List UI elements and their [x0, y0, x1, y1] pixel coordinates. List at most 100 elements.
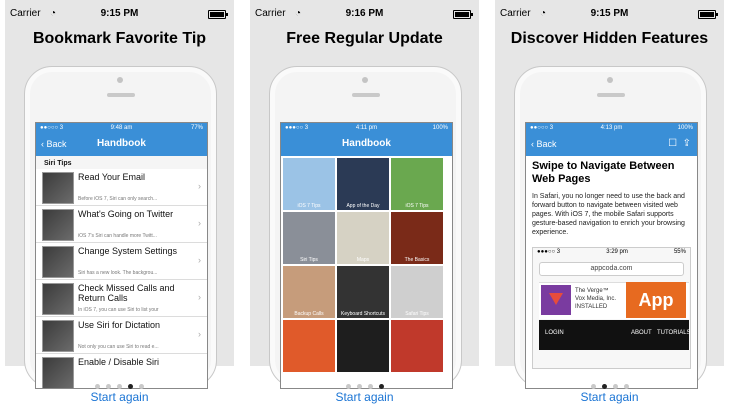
panel-title: Discover Hidden Features [510, 30, 709, 47]
back-button: ‹ Back [531, 139, 557, 149]
panel-title: Free Regular Update [286, 30, 443, 47]
toolbar-icons: ☐ ⇪ [668, 138, 691, 149]
page-dot[interactable] [623, 384, 629, 389]
list-item-subtitle: Not only you can use Siri to read e... [78, 344, 159, 350]
category-tile: Siri Tips [283, 212, 335, 264]
login-link: LOGIN [545, 330, 564, 336]
start-again-button[interactable]: Start again [495, 390, 724, 404]
category-tile [283, 320, 335, 372]
about-link: ABOUT [631, 330, 652, 336]
phone-screen: ●●○○○ 3 4:13 pm 100% ‹ Back ☐ ⇪ Swipe to… [525, 122, 698, 389]
start-again-button[interactable]: Start again [5, 390, 234, 404]
category-tile: iOS 7 Tips [391, 158, 443, 210]
onboarding-panel-bookmark: Carrier ◔ 9:15 PM Bookmark Favorite Tip … [5, 0, 234, 417]
panel-title: Bookmark Favorite Tip [32, 30, 207, 47]
mini-time: 3:29 pm [606, 249, 628, 255]
safari-screenshot: ●●●○○ 3 3:29 pm 55% appcoda.com The Verg… [532, 247, 691, 369]
battery-icon [698, 10, 718, 19]
screen-time: 4:11 pm [355, 125, 378, 131]
mini-carrier: ●●●○○ 3 [537, 249, 561, 255]
chevron-right-icon: › [198, 255, 201, 265]
speaker-icon [597, 93, 625, 97]
list-item-title: Check Missed Calls and Return Calls [78, 283, 175, 303]
screen-nav-title: Handbook [97, 138, 146, 149]
site-menu-bar: LOGIN ABOUT TUTORIALS [539, 320, 690, 350]
clock: 9:15 PM [100, 8, 139, 19]
mini-battery: 55% [673, 249, 686, 255]
list-item-subtitle: Siri has a new look. The backgrou... [78, 270, 158, 276]
page-dot-active[interactable] [128, 384, 133, 389]
back-label: Back [536, 139, 557, 149]
screen-navbar: ‹ Back Handbook [36, 134, 207, 156]
page-dot-active[interactable] [601, 384, 607, 389]
list-item: Use Siri for Dictation Not only you can … [36, 317, 207, 354]
page-dot[interactable] [95, 384, 100, 389]
chevron-right-icon: › [198, 181, 201, 191]
page-dot[interactable] [612, 384, 618, 389]
camera-icon [607, 77, 613, 83]
thumbnail [42, 283, 74, 315]
page-dot[interactable] [106, 384, 111, 389]
onboarding-panel-update: Carrier ◔ 9:16 PM Free Regular Update ●●… [250, 0, 479, 417]
app-card-publisher: Vox Media, Inc. [575, 296, 617, 302]
url-bar: appcoda.com [539, 262, 684, 276]
camera-icon [362, 77, 368, 83]
thumbnail [42, 246, 74, 278]
article-title: Swipe to Navigate Between Web Pages [532, 160, 675, 185]
screen-battery: 77% [190, 125, 203, 131]
phone-screen: ●●○○○ 3 9:48 am 77% ‹ Back Handbook Siri… [35, 122, 208, 389]
page-dot[interactable] [356, 384, 362, 389]
page-dot[interactable] [367, 384, 373, 389]
battery-icon [208, 10, 228, 19]
category-tile-label: Siri Tips [300, 257, 318, 263]
list-item-title: Read Your Email [78, 172, 146, 182]
page-dot[interactable] [117, 384, 122, 389]
page-dot[interactable] [139, 384, 144, 389]
start-again-button[interactable]: Start again [250, 390, 479, 404]
category-tile: App of the Day [337, 158, 389, 210]
category-tile-label: Safari Tips [405, 311, 429, 317]
screen-battery: 100% [432, 125, 448, 131]
clock: 9:15 PM [590, 8, 629, 19]
category-tile: iOS 7 Tips [283, 158, 335, 210]
status-bar: Carrier ◔ 9:15 PM [495, 8, 724, 22]
thumbnail [42, 209, 74, 241]
screen-status-bar: ●●○○○ 3 4:13 pm 100% [526, 123, 697, 134]
app-card-status: INSTALLED [575, 304, 608, 310]
chevron-right-icon: › [198, 292, 201, 302]
battery-icon [453, 10, 473, 19]
category-tile: Keyboard Shortcuts [337, 266, 389, 318]
list-item-title: Change System Settings [78, 246, 178, 256]
page-dot[interactable] [590, 384, 596, 389]
clock: 9:16 PM [345, 8, 384, 19]
article-body: In Safari, you no longer need to use the… [532, 193, 685, 236]
phone-screen: ●●●○○ 3 4:11 pm 100% Handbook iOS 7 Tips… [280, 122, 453, 389]
app-card-name: The Verge™ [575, 288, 609, 294]
phone-mockup: ●●○○○ 3 9:48 am 77% ‹ Back Handbook Siri… [24, 66, 217, 389]
verge-logo-icon [541, 285, 571, 315]
category-tile: Maps [337, 212, 389, 264]
phone-mockup: ●●○○○ 3 4:13 pm 100% ‹ Back ☐ ⇪ Swipe to… [514, 66, 707, 389]
screen-battery: 100% [677, 125, 693, 131]
screen-time: 4:13 pm [600, 125, 623, 131]
tile-grid: iOS 7 Tips App of the Day iOS 7 Tips Siri T… [281, 156, 452, 374]
mini-status-bar: ●●●○○ 3 3:29 pm 55% [533, 248, 690, 260]
list-item-subtitle: Before iOS 7, Siri can only search... [78, 196, 158, 202]
thumbnail [42, 172, 74, 204]
list-item: Change System Settings Siri has a new lo… [36, 243, 207, 280]
page-dot-active[interactable] [378, 384, 384, 389]
section-header: Siri Tips [36, 156, 207, 169]
article: Swipe to Navigate Between Web Pages In S… [526, 156, 697, 241]
status-bar: Carrier ◔ 9:15 PM [5, 8, 234, 22]
list-item: Check Missed Calls and Return Calls In i… [36, 280, 207, 317]
category-tile-label: iOS 7 Tips [297, 203, 321, 209]
category-tile: Backup Calls [283, 266, 335, 318]
category-tile-label: iOS 7 Tips [405, 203, 429, 209]
category-tile-label: App of the Day [346, 203, 380, 209]
page-dot[interactable] [345, 384, 351, 389]
phone-mockup: ●●●○○ 3 4:11 pm 100% Handbook iOS 7 Tips… [269, 66, 462, 389]
screen-navbar: Handbook [281, 134, 452, 156]
screen-navbar: ‹ Back ☐ ⇪ [526, 134, 697, 156]
status-bar: Carrier ◔ 9:16 PM [250, 8, 479, 22]
list-item-subtitle: iOS 7's Siri can handle more Twitt... [78, 233, 157, 239]
